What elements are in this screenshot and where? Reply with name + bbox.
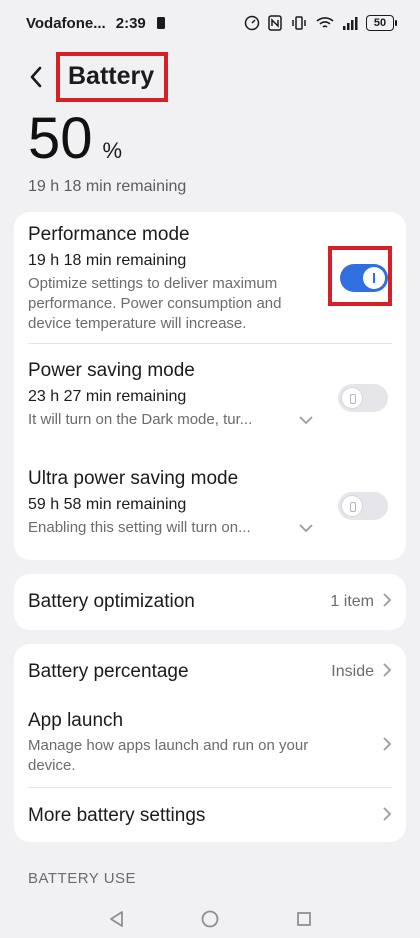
power-saving-mode-description: It will turn on the Dark mode, tur... bbox=[28, 411, 253, 428]
battery-optimization-label: Battery optimization bbox=[28, 591, 195, 612]
back-triangle-icon[interactable] bbox=[101, 904, 131, 934]
battery-percentage-value: Inside bbox=[331, 663, 374, 680]
sim-icon bbox=[156, 17, 165, 29]
battery-percent-value: 50 bbox=[28, 106, 93, 171]
carrier-name: Vodafone... bbox=[26, 14, 106, 32]
chevron-right-icon bbox=[382, 662, 392, 683]
performance-mode-description: Optimize settings to deliver maximum per… bbox=[28, 275, 282, 332]
clock: 2:39 bbox=[115, 14, 146, 32]
battery-icon-level: 50 bbox=[373, 17, 387, 29]
more-battery-settings-row[interactable]: More battery settings bbox=[28, 794, 392, 838]
app-launch-row[interactable]: App launch Manage how apps launch and ru… bbox=[28, 710, 392, 776]
vibrate-icon bbox=[292, 16, 306, 30]
battery-remaining: 19 h 18 min remaining bbox=[28, 178, 187, 195]
status-left: Vodafone... 2:39 bbox=[26, 15, 166, 32]
modes-card: Performance mode 19 h 18 min remaining O… bbox=[14, 212, 406, 560]
speed-icon bbox=[244, 15, 260, 31]
battery-optimization-value-wrap: 1 item bbox=[330, 592, 392, 613]
performance-toggle-highlight bbox=[328, 246, 392, 306]
more-battery-settings-label: More battery settings bbox=[28, 805, 206, 826]
back-arrow-icon[interactable] bbox=[28, 65, 56, 89]
chevron-down-icon[interactable] bbox=[298, 412, 314, 430]
divider bbox=[28, 787, 392, 788]
home-circle-icon[interactable] bbox=[195, 904, 225, 934]
ultra-power-saving-mode-title: Ultra power saving mode bbox=[28, 468, 239, 489]
ultra-power-saving-mode-description: Enabling this setting will turn on... bbox=[28, 519, 251, 536]
status-bar: Vodafone... 2:39 50 bbox=[0, 0, 420, 46]
chevron-right-icon bbox=[382, 592, 392, 613]
app-launch-description: Manage how apps launch and run on your d… bbox=[28, 737, 309, 774]
battery-percentage-display: 50 % bbox=[28, 110, 122, 168]
chevron-right-icon bbox=[382, 806, 392, 827]
battery-optimization-value: 1 item bbox=[330, 593, 374, 610]
page-title: Battery bbox=[56, 52, 169, 102]
battery-percentage-row[interactable]: Battery percentage Inside bbox=[28, 650, 392, 694]
battery-use-section-header: BATTERY USE bbox=[28, 870, 137, 887]
divider bbox=[28, 343, 392, 344]
app-launch-label: App launch bbox=[28, 710, 124, 731]
power-saving-mode-title: Power saving mode bbox=[28, 360, 195, 381]
power-saving-mode-toggle[interactable] bbox=[338, 384, 388, 412]
navigation-bar bbox=[0, 900, 420, 938]
performance-mode-title: Performance mode bbox=[28, 224, 190, 245]
toggle-knob bbox=[342, 496, 362, 516]
battery-settings-card: Battery percentage Inside App launch Man… bbox=[14, 644, 406, 842]
recents-square-icon[interactable] bbox=[289, 904, 319, 934]
signal-icon bbox=[343, 17, 358, 30]
toggle-knob bbox=[363, 267, 385, 289]
header: Battery bbox=[28, 52, 169, 102]
chevron-down-icon[interactable] bbox=[298, 520, 314, 538]
performance-mode-toggle[interactable] bbox=[340, 264, 388, 292]
ultra-power-saving-mode-toggle[interactable] bbox=[338, 492, 388, 520]
battery-percentage-value-wrap: Inside bbox=[331, 662, 392, 683]
status-right: 50 bbox=[244, 15, 397, 31]
toggle-knob bbox=[342, 388, 362, 408]
battery-percent-symbol: % bbox=[102, 138, 123, 163]
nfc-icon bbox=[268, 15, 282, 31]
battery-icon: 50 bbox=[366, 15, 397, 31]
battery-optimization-card[interactable]: Battery optimization 1 item bbox=[14, 574, 406, 630]
chevron-right-icon bbox=[382, 736, 392, 757]
battery-percentage-label: Battery percentage bbox=[28, 661, 189, 682]
battery-optimization-row[interactable]: Battery optimization 1 item bbox=[28, 574, 392, 630]
wifi-icon bbox=[316, 17, 334, 28]
